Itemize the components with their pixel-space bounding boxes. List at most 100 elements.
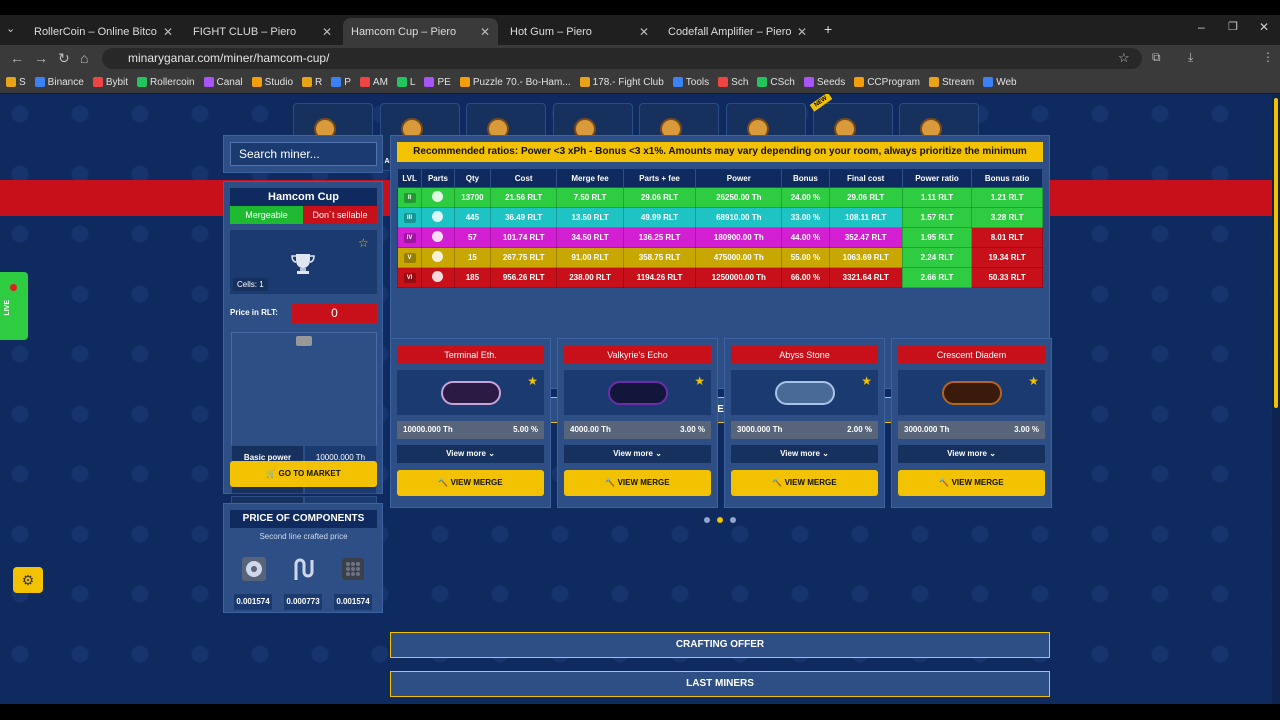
menu-icon[interactable]: ⋮ bbox=[1262, 50, 1274, 64]
url-field[interactable]: minaryganar.com/miner/hamcom-cup/ bbox=[102, 48, 1142, 69]
miner-stats: 3000.000 Th 2.00 % bbox=[731, 421, 878, 439]
last-miners-header[interactable]: LAST MINERS bbox=[390, 671, 1050, 697]
settings-gear-button[interactable]: ⚙ bbox=[13, 567, 43, 593]
browser-tab[interactable]: FIGHT CLUB – Piero ✕ bbox=[185, 18, 340, 368]
close-icon[interactable]: ✕ bbox=[163, 25, 173, 39]
chevron-down-icon: ⌄ bbox=[819, 449, 829, 458]
bookmark-item[interactable]: PE bbox=[424, 77, 451, 88]
favorite-star-icon[interactable]: ★ bbox=[1028, 374, 1039, 388]
miner-icon bbox=[441, 381, 501, 405]
bookmark-item[interactable]: AM bbox=[359, 77, 388, 88]
view-merge-button[interactable]: 🔨 VIEW MERGE bbox=[898, 470, 1045, 496]
back-icon[interactable]: ← bbox=[10, 50, 24, 66]
miner-power: 3000.000 Th bbox=[737, 425, 783, 434]
bookmark-item[interactable]: Puzzle 70.- Bo-Ham... bbox=[459, 77, 571, 88]
table-cell: 29.06 RLT bbox=[622, 187, 697, 208]
miner-icon bbox=[942, 381, 1002, 405]
view-more-button[interactable]: View more ⌄ bbox=[898, 445, 1045, 463]
scrollbar-thumb[interactable] bbox=[1274, 98, 1278, 408]
recommended-ratios: Recommended ratios: Power <3 xPh - Bonus… bbox=[397, 142, 1043, 162]
carousel-dot[interactable] bbox=[704, 517, 710, 523]
favorite-star-icon[interactable]: ☆ bbox=[358, 236, 369, 250]
bookmark-icon bbox=[718, 77, 729, 87]
bookmark-icon bbox=[6, 77, 16, 87]
new-tab-button[interactable]: + bbox=[824, 21, 832, 37]
bookmark-item[interactable]: Binance bbox=[34, 77, 84, 88]
bookmark-item[interactable]: Sch bbox=[718, 77, 748, 88]
bookmark-item[interactable]: CSch bbox=[757, 77, 795, 88]
browser-tab[interactable]: RollerCoin – Online Bitcoin Mini✕ bbox=[26, 18, 181, 368]
view-merge-button[interactable]: 🔨 VIEW MERGE bbox=[397, 470, 544, 496]
price-label: Price in RLT: bbox=[230, 308, 278, 317]
bookmark-item[interactable]: Canal bbox=[203, 77, 243, 88]
bookmark-item[interactable]: Seeds bbox=[803, 77, 845, 88]
search-input[interactable]: Search miner... bbox=[230, 142, 377, 166]
crafting-offer-header[interactable]: CRAFTING OFFER bbox=[390, 632, 1050, 658]
view-merge-button[interactable]: 🔨 VIEW MERGE bbox=[731, 470, 878, 496]
close-icon[interactable]: ✕ bbox=[639, 25, 649, 39]
table-cell: 26250.00 Th bbox=[695, 187, 783, 208]
bookmark-item[interactable]: S bbox=[6, 77, 26, 88]
favorite-star-icon[interactable]: ★ bbox=[861, 374, 872, 388]
reload-icon[interactable]: ↻ bbox=[58, 50, 70, 67]
table-cell: 2.66 RLT bbox=[901, 267, 973, 288]
browser-tab[interactable]: Hot Gum – Piero ✕ bbox=[502, 18, 657, 368]
view-more-button[interactable]: View more ⌄ bbox=[564, 445, 711, 463]
download-icon[interactable]: ⤓ bbox=[1188, 50, 1193, 65]
home-icon[interactable]: ⌂ bbox=[80, 50, 88, 66]
table-cell: 44.00 % bbox=[781, 227, 830, 248]
bookmark-item[interactable]: Stream bbox=[929, 77, 974, 88]
not-sellable-badge: Don´t sellable bbox=[303, 206, 377, 224]
bookmark-icon bbox=[92, 77, 103, 87]
close-icon[interactable]: ✕ bbox=[797, 25, 807, 39]
bookmark-item[interactable]: Rollercoin bbox=[137, 77, 195, 88]
go-to-market-button[interactable]: 🛒 GO TO MARKET bbox=[230, 461, 377, 487]
view-more-button[interactable]: View more ⌄ bbox=[397, 445, 544, 463]
close-icon[interactable]: ✕ bbox=[322, 25, 332, 39]
bookmark-star-icon[interactable]: ☆ bbox=[1118, 50, 1130, 66]
close-window-button[interactable]: ✕ bbox=[1259, 20, 1269, 34]
bookmark-item[interactable]: CCProgram bbox=[854, 77, 920, 88]
table-row: II 13700 21.56 RLT 7.50 RLT 29.06 RLT 26250.0… bbox=[396, 187, 1043, 208]
chevron-down-icon: ⌄ bbox=[652, 449, 662, 458]
browser-tab[interactable]: Codefall Amplifier – Piero ✕ bbox=[660, 18, 815, 368]
tab-list-button[interactable]: ⌄ bbox=[6, 22, 15, 35]
chevron-down-icon: ⌄ bbox=[485, 449, 495, 458]
minimize-button[interactable]: – bbox=[1198, 20, 1205, 34]
table-cell: 49.99 RLT bbox=[622, 207, 697, 228]
bookmark-item[interactable]: Studio bbox=[251, 77, 293, 88]
bookmark-item[interactable]: Bybit bbox=[92, 77, 128, 88]
bookmark-item[interactable]: R bbox=[302, 77, 322, 88]
carousel-dot-active[interactable] bbox=[717, 517, 723, 523]
live-dot-icon bbox=[10, 284, 17, 291]
part-icon bbox=[432, 251, 444, 262]
favorite-star-icon[interactable]: ★ bbox=[694, 374, 705, 388]
bookmark-icon bbox=[983, 77, 994, 87]
table-cell: 34.50 RLT bbox=[556, 227, 624, 248]
table-cell: 108.11 RLT bbox=[828, 207, 903, 228]
table-cell: 238.00 RLT bbox=[556, 267, 624, 288]
forward-icon[interactable]: → bbox=[34, 50, 48, 66]
restore-button[interactable]: ❐ bbox=[1228, 20, 1238, 33]
bookmark-item[interactable]: L bbox=[396, 77, 415, 88]
components-title: PRICE OF COMPONENTS bbox=[230, 510, 377, 528]
scrollbar[interactable] bbox=[1272, 94, 1280, 704]
bookmark-item[interactable]: 178.- Fight Club bbox=[579, 77, 664, 88]
bookmark-item[interactable]: Tools bbox=[672, 77, 709, 88]
favorite-miner-card: Crescent Diadem ★ 3000.000 Th 3.00 % View mo… bbox=[891, 338, 1052, 508]
favorite-miner-card: Valkyrie's Echo ★ 4000.00 Th 3.00 % View mor… bbox=[557, 338, 718, 508]
favorite-star-icon[interactable]: ★ bbox=[527, 374, 538, 388]
live-tab[interactable]: LIVE bbox=[0, 272, 28, 340]
extensions-icon[interactable]: ⧉ bbox=[1152, 50, 1161, 65]
bookmark-item[interactable]: P bbox=[331, 77, 351, 88]
bookmark-item[interactable]: Web bbox=[983, 77, 1017, 88]
view-more-button[interactable]: View more ⌄ bbox=[731, 445, 878, 463]
bookmark-icon bbox=[302, 77, 313, 87]
carousel-dot[interactable] bbox=[730, 517, 736, 523]
taskbar-edge bbox=[0, 704, 1280, 720]
miner-icon bbox=[775, 381, 835, 405]
view-merge-button[interactable]: 🔨 VIEW MERGE bbox=[564, 470, 711, 496]
close-icon[interactable]: ✕ bbox=[480, 25, 490, 39]
part-icon bbox=[432, 231, 444, 242]
browser-tab-active[interactable]: Hamcom Cup – Piero ✕ bbox=[343, 18, 498, 368]
